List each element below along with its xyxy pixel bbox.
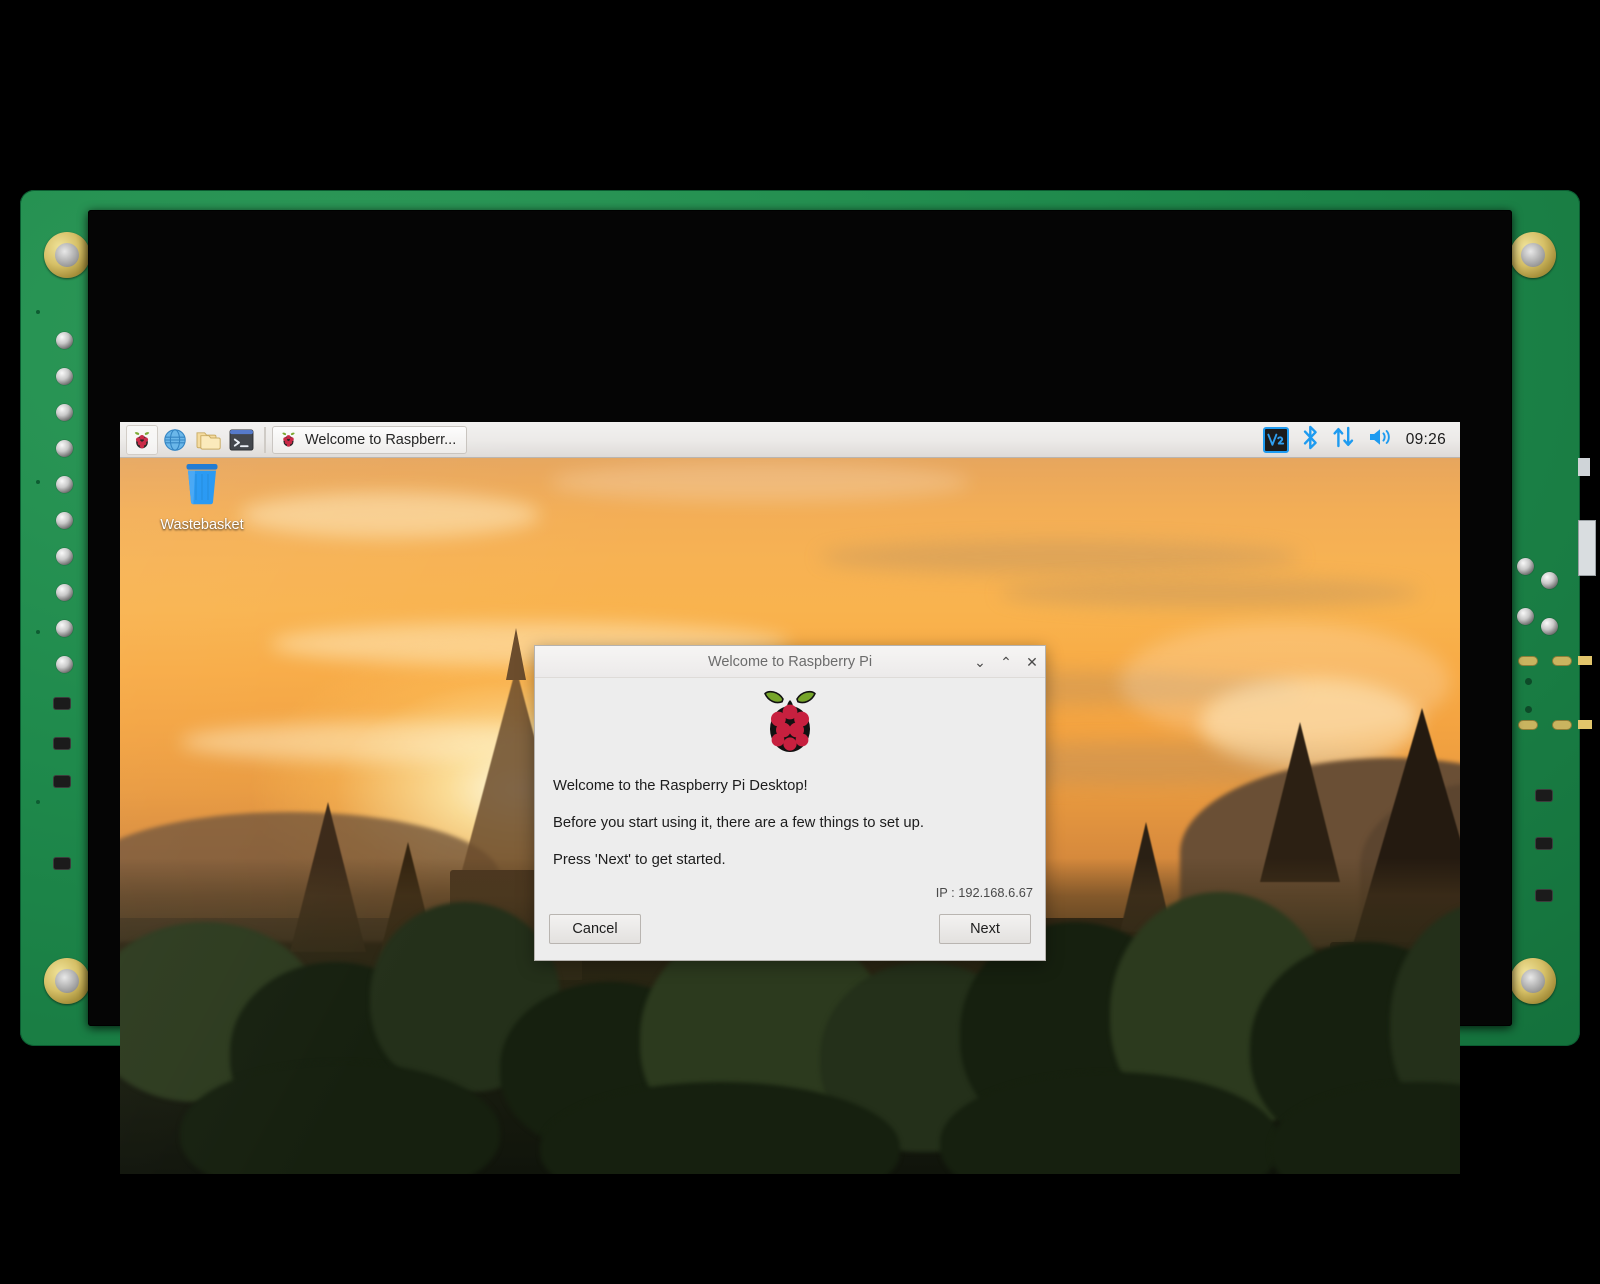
web-browser-icon[interactable] [159, 425, 191, 455]
solder-joint [1517, 608, 1534, 625]
ip-address-label: IP : 192.168.6.67 [936, 885, 1033, 900]
dialog-body: Welcome to the Raspberry Pi Desktop! Bef… [535, 678, 1045, 908]
solder-joint [1517, 558, 1534, 575]
terminal-icon[interactable] [225, 425, 257, 455]
bluetooth-icon[interactable] [1302, 425, 1319, 455]
maximize-icon[interactable]: ⌃ [999, 655, 1013, 669]
clock[interactable]: 09:26 [1406, 431, 1446, 449]
solder-joint [56, 584, 73, 601]
ribbon-tab [1578, 720, 1592, 729]
taskbar: Welcome to Raspberr... [120, 422, 1460, 458]
close-icon[interactable]: ✕ [1025, 655, 1039, 669]
pcb-pad [1552, 720, 1572, 730]
dialog-line-3: Press 'Next' to get started. [545, 852, 1035, 868]
dialog-title: Welcome to Raspberry Pi [708, 654, 872, 670]
smd-component [54, 776, 70, 787]
wastebasket-icon [177, 460, 227, 508]
pcb-pad [1552, 656, 1572, 666]
cloud [820, 540, 1300, 574]
dialog-line-1: Welcome to the Raspberry Pi Desktop! [545, 778, 1035, 794]
solder-joint [1541, 618, 1558, 635]
welcome-dialog: Welcome to Raspberry Pi ⌄ ⌃ ✕ [534, 645, 1046, 961]
temple-spire [506, 628, 526, 680]
raspberry-pi-display-device: Welcome to Raspberr... [20, 190, 1580, 1046]
raspberry-menu-icon[interactable] [126, 425, 158, 455]
pcb-pad [1518, 720, 1538, 730]
mounting-standoff-bottom-right [1510, 958, 1556, 1004]
solder-joint [56, 440, 73, 457]
pcb-via [1525, 678, 1532, 685]
window-controls: ⌄ ⌃ ✕ [973, 646, 1039, 678]
smd-component [54, 698, 70, 709]
mounting-standoff-top-left [44, 232, 90, 278]
cloud [240, 492, 540, 538]
smd-component [54, 858, 70, 869]
pcb-via [36, 310, 40, 314]
solder-joint [56, 368, 73, 385]
screenshot-stage: Welcome to Raspberr... [0, 0, 1600, 1284]
file-manager-icon[interactable] [192, 425, 224, 455]
pcb-via [36, 800, 40, 804]
vnc-icon[interactable] [1263, 427, 1289, 453]
next-button[interactable]: Next [939, 914, 1031, 944]
smd-component [54, 738, 70, 749]
solder-joint [56, 620, 73, 637]
mounting-standoff-top-right [1510, 232, 1556, 278]
smd-component [1536, 838, 1552, 849]
volume-icon[interactable] [1368, 426, 1393, 453]
pcb-pad [1518, 656, 1538, 666]
pcb-via [36, 480, 40, 484]
taskbar-window-button[interactable]: Welcome to Raspberr... [272, 426, 467, 454]
desktop-screen: Welcome to Raspberr... [120, 422, 1460, 1174]
ribbon-tab [1578, 656, 1592, 665]
minimize-icon[interactable]: ⌄ [973, 655, 987, 669]
dialog-footer: Cancel Next [535, 908, 1045, 960]
cloud [550, 462, 970, 502]
solder-joint [56, 512, 73, 529]
solder-joint [56, 656, 73, 673]
desktop-icon-label: Wastebasket [150, 517, 254, 533]
smd-component [1536, 890, 1552, 901]
taskbar-divider [264, 427, 266, 453]
raspberry-icon [279, 430, 298, 449]
cancel-button[interactable]: Cancel [549, 914, 641, 944]
pcb-connector-small [1578, 458, 1590, 476]
desktop-icon-wastebasket[interactable]: Wastebasket [150, 460, 254, 533]
solder-joint [1541, 572, 1558, 589]
solder-joint [56, 332, 73, 349]
raspberry-pi-logo [545, 684, 1035, 758]
pcb-via [1525, 706, 1532, 713]
taskbar-window-label: Welcome to Raspberr... [305, 432, 456, 448]
network-icon[interactable] [1332, 425, 1355, 454]
system-tray: 09:26 [1263, 425, 1454, 455]
solder-joint [56, 404, 73, 421]
pcb-via [36, 630, 40, 634]
solder-joint [56, 476, 73, 493]
dialog-titlebar[interactable]: Welcome to Raspberry Pi ⌄ ⌃ ✕ [535, 646, 1045, 678]
smd-component [1536, 790, 1552, 801]
solder-joint [56, 548, 73, 565]
mounting-standoff-bottom-left [44, 958, 90, 1004]
display-connector [1578, 520, 1596, 576]
dialog-line-2: Before you start using it, there are a f… [545, 815, 1035, 831]
cloud [1000, 578, 1420, 608]
